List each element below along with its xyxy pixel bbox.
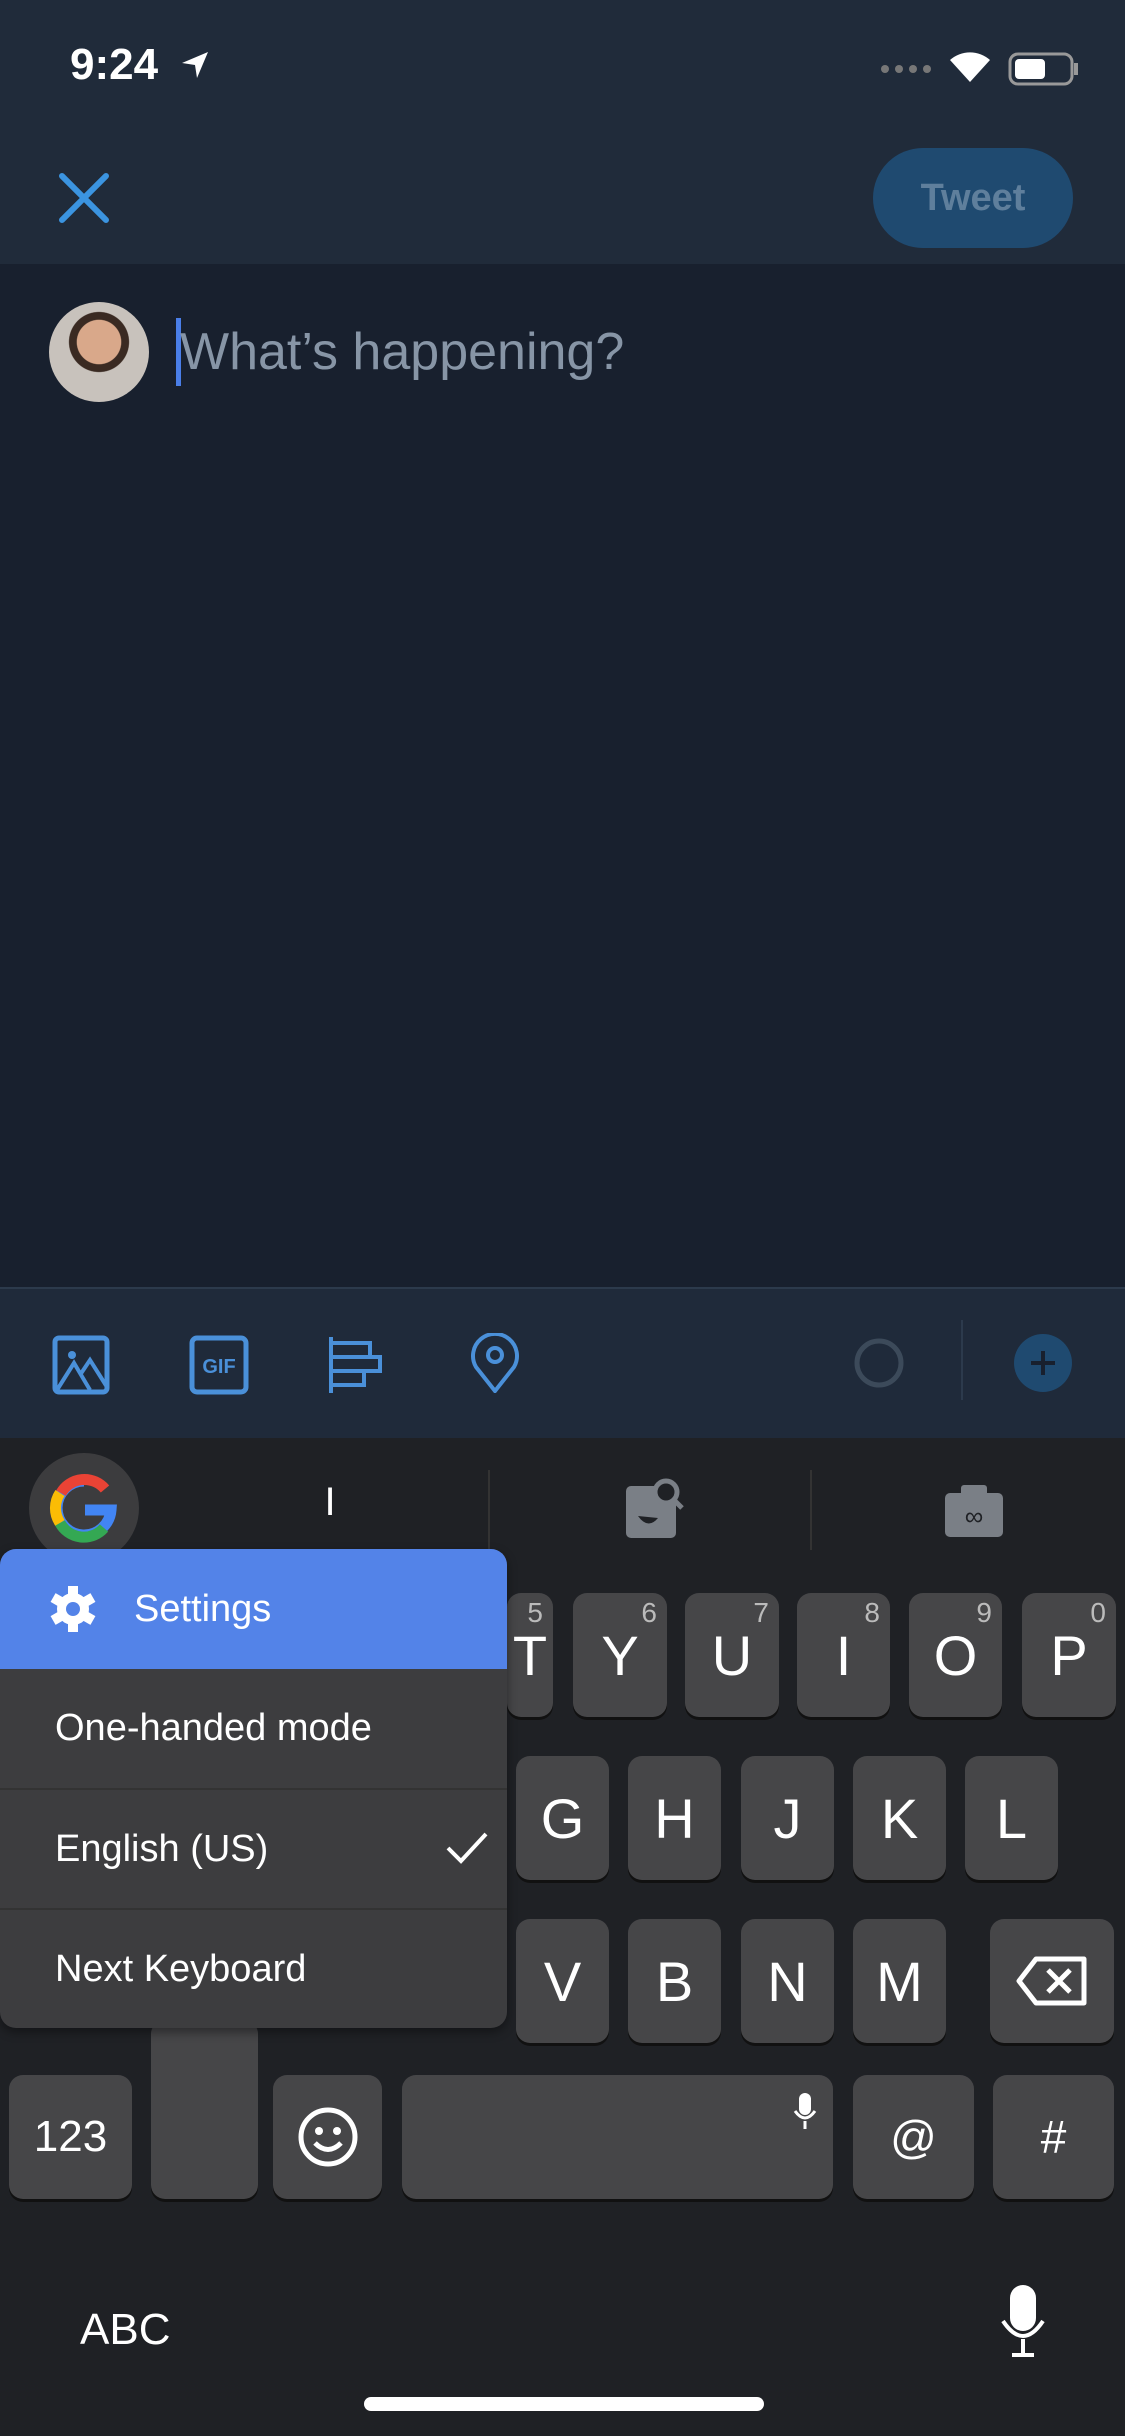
key-i[interactable]: I8	[797, 1593, 890, 1717]
globe-key[interactable]	[151, 2020, 258, 2199]
key-letter: U	[711, 1623, 753, 1687]
suggestion[interactable]: I	[300, 1480, 360, 1525]
key-digit: 0	[1090, 1597, 1106, 1628]
dictation-mic-icon[interactable]	[1000, 2283, 1046, 2359]
checkmark-icon	[446, 1832, 488, 1864]
gif-icon[interactable]: GIF	[189, 1335, 249, 1395]
key-o[interactable]: O9	[909, 1593, 1002, 1717]
svg-text:GIF: GIF	[202, 1356, 235, 1378]
key-y[interactable]: Y6	[573, 1593, 667, 1717]
key-digit: 7	[753, 1597, 769, 1628]
menu-item-one-handed[interactable]: One-handed mode	[0, 1668, 507, 1788]
location-icon[interactable]	[470, 1333, 530, 1393]
settings-label: Settings	[134, 1587, 272, 1630]
key-m[interactable]: M	[853, 1919, 946, 2043]
signal-icon	[881, 65, 931, 73]
key-letter: I	[835, 1623, 852, 1687]
camera-icon[interactable]: ∞	[943, 1483, 1005, 1539]
space-key[interactable]	[402, 2075, 833, 2199]
key-h[interactable]: H	[628, 1756, 721, 1880]
backspace-icon	[1016, 1956, 1087, 2006]
key-b[interactable]: B	[628, 1919, 721, 2043]
add-tweet-icon[interactable]	[1013, 1333, 1073, 1393]
compose-header: 9:24 Tweet	[0, 0, 1125, 264]
key-p[interactable]: P0	[1022, 1593, 1116, 1717]
compose-toolbar	[0, 1287, 1125, 1438]
key-digit: 9	[976, 1597, 992, 1628]
battery-icon	[1008, 52, 1078, 86]
image-icon[interactable]	[52, 1335, 112, 1395]
backspace-key[interactable]	[990, 1919, 1114, 2043]
menu-item-next-keyboard[interactable]: Next Keyboard	[0, 1908, 507, 2028]
tweet-button[interactable]: Tweet	[873, 148, 1073, 248]
abc-switch[interactable]: ABC	[80, 2305, 170, 2355]
key-k[interactable]: K	[853, 1756, 946, 1880]
menu-item-english-us[interactable]: English (US)	[0, 1788, 507, 1908]
home-indicator	[364, 2397, 764, 2411]
key-v[interactable]: V	[516, 1919, 609, 2043]
svg-text:∞: ∞	[965, 1501, 984, 1531]
suggestion-divider	[810, 1470, 812, 1550]
key-g[interactable]: G	[516, 1756, 609, 1880]
tweet-input[interactable]: What’s happening?	[180, 322, 624, 382]
close-icon[interactable]	[58, 172, 110, 224]
key-letter: O	[933, 1623, 978, 1687]
key-t[interactable]: T5	[507, 1593, 553, 1717]
mic-icon	[793, 2093, 817, 2129]
poll-icon[interactable]	[328, 1335, 388, 1395]
avatar[interactable]	[49, 302, 149, 402]
key-u[interactable]: U7	[685, 1593, 779, 1717]
key-l[interactable]: L	[965, 1756, 1058, 1880]
emoji-icon	[298, 2107, 357, 2167]
character-count-icon	[854, 1338, 904, 1388]
google-g-icon[interactable]	[29, 1453, 139, 1563]
key-digit: 6	[641, 1597, 657, 1628]
emoji-key[interactable]	[273, 2075, 382, 2199]
english-label: English (US)	[55, 1827, 269, 1870]
keyboard-options-menu: Settings One-handed mode English (US) Ne…	[0, 1549, 507, 2028]
key-digit: 5	[527, 1597, 543, 1628]
location-arrow-icon	[182, 52, 208, 78]
numbers-key[interactable]: 123	[9, 2075, 132, 2199]
suggestion-divider	[488, 1470, 490, 1550]
hash-key[interactable]: #	[993, 2075, 1114, 2199]
wifi-icon	[950, 52, 990, 82]
toolbar-divider	[961, 1320, 963, 1400]
compose-area[interactable]	[0, 264, 1125, 1287]
key-letter: P	[1050, 1623, 1088, 1687]
at-key[interactable]: @	[853, 2075, 974, 2199]
key-n[interactable]: N	[741, 1919, 834, 2043]
gif-search-icon[interactable]	[624, 1478, 684, 1540]
key-j[interactable]: J	[741, 1756, 834, 1880]
gear-icon	[50, 1586, 96, 1632]
key-letter: Y	[601, 1623, 639, 1687]
key-digit: 8	[864, 1597, 880, 1628]
status-time: 9:24	[70, 40, 159, 89]
menu-item-settings[interactable]: Settings	[0, 1549, 507, 1669]
key-letter: T	[512, 1623, 548, 1687]
